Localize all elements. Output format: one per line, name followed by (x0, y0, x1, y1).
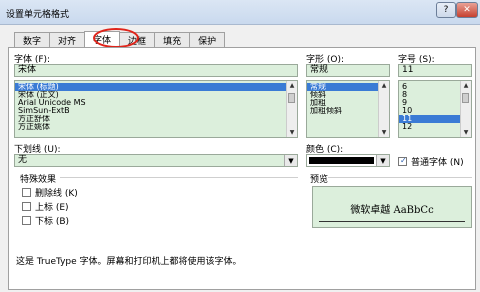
list-item[interactable]: 加粗 (307, 99, 389, 107)
list-item[interactable]: 常规 (307, 83, 389, 91)
list-item[interactable]: 方正舒体 (15, 115, 297, 123)
style-list-scrollbar[interactable]: ▲ ▼ (378, 81, 389, 137)
chevron-down-icon[interactable]: ▼ (284, 155, 297, 166)
normal-font-label: 普通字体 (N) (411, 158, 464, 168)
superscript-label: 上标 (E) (35, 203, 69, 213)
tab-fill[interactable]: 填充 (154, 32, 191, 47)
underline-value: 无 (18, 155, 28, 165)
style-input[interactable]: 常规 (306, 64, 390, 77)
size-list[interactable]: 6 8 9 10 11 12 ▲ ▼ (398, 80, 472, 138)
chevron-down-icon[interactable]: ▼ (376, 155, 389, 166)
close-button[interactable]: ✕ (456, 2, 478, 18)
list-item[interactable]: 倾斜 (307, 91, 389, 99)
tab-label: 填充 (163, 36, 182, 47)
tab-label: 对齐 (58, 36, 77, 47)
tab-protection[interactable]: 保护 (189, 32, 226, 47)
checkbox-icon[interactable] (22, 188, 31, 197)
strikethrough-checkbox[interactable]: 删除线 (K) (22, 186, 78, 199)
info-text: 这是 TrueType 字体。屏幕和打印机上都将使用该字体。 (16, 257, 242, 267)
group-divider (60, 177, 298, 178)
scroll-up-icon[interactable]: ▲ (287, 81, 297, 90)
underline-select[interactable]: 无 ▼ (14, 154, 298, 167)
close-icon: ✕ (463, 5, 471, 15)
font-list-scrollbar[interactable]: ▲ ▼ (286, 81, 297, 137)
strikethrough-label: 删除线 (K) (35, 189, 78, 199)
list-item[interactable]: SimSun-ExtB (15, 107, 297, 115)
checkbox-icon[interactable] (22, 202, 31, 211)
size-input[interactable]: 11 (398, 64, 472, 77)
window-title: 设置单元格格式 (6, 10, 70, 20)
checkbox-checked-icon[interactable]: ✓ (398, 156, 407, 166)
checkbox-icon[interactable] (22, 216, 31, 225)
font-list[interactable]: 宋体 (标题) 宋体 (正文) Arial Unicode MS SimSun-… (14, 80, 298, 138)
help-button[interactable]: ? (436, 2, 456, 18)
title-bar (0, 0, 480, 25)
subscript-label: 下标 (B) (35, 217, 70, 227)
help-icon: ? (443, 5, 449, 15)
preview-box: 微软卓越 AaBbCc (312, 186, 472, 228)
size-list-scrollbar[interactable]: ▲ ▼ (460, 81, 471, 137)
list-item[interactable]: 宋体 (正文) (15, 91, 297, 99)
color-swatch (309, 157, 374, 164)
scroll-down-icon[interactable]: ▼ (287, 128, 297, 137)
baseline-line (319, 221, 465, 222)
list-item[interactable]: 宋体 (标题) (15, 83, 297, 91)
effects-group-label: 特殊效果 (20, 175, 57, 185)
font-input[interactable]: 宋体 (14, 64, 298, 77)
subscript-checkbox[interactable]: 下标 (B) (22, 214, 69, 227)
scroll-thumb[interactable] (288, 93, 295, 103)
scroll-down-icon[interactable]: ▼ (461, 128, 471, 137)
scroll-thumb[interactable] (462, 93, 469, 103)
color-select[interactable]: ▼ (306, 154, 390, 167)
list-item[interactable]: 加粗倾斜 (307, 107, 389, 115)
tab-label: 数字 (23, 36, 42, 47)
tab-number[interactable]: 数字 (14, 32, 51, 47)
style-list[interactable]: 常规 倾斜 加粗 加粗倾斜 ▲ ▼ (306, 80, 390, 138)
normal-font-checkbox[interactable]: ✓ 普通字体 (N) (398, 155, 464, 168)
scroll-up-icon[interactable]: ▲ (461, 81, 471, 90)
scroll-down-icon[interactable]: ▼ (379, 128, 389, 137)
tab-alignment[interactable]: 对齐 (49, 32, 86, 47)
superscript-checkbox[interactable]: 上标 (E) (22, 200, 69, 213)
scroll-up-icon[interactable]: ▲ (379, 81, 389, 90)
list-item[interactable]: 方正姚体 (15, 123, 297, 131)
preview-label: 预览 (310, 175, 329, 185)
list-item[interactable]: Arial Unicode MS (15, 99, 297, 107)
preview-text: 微软卓越 AaBbCc (350, 205, 434, 216)
group-divider (328, 177, 472, 178)
tab-label: 保护 (198, 36, 217, 47)
highlight-ring (93, 28, 139, 48)
